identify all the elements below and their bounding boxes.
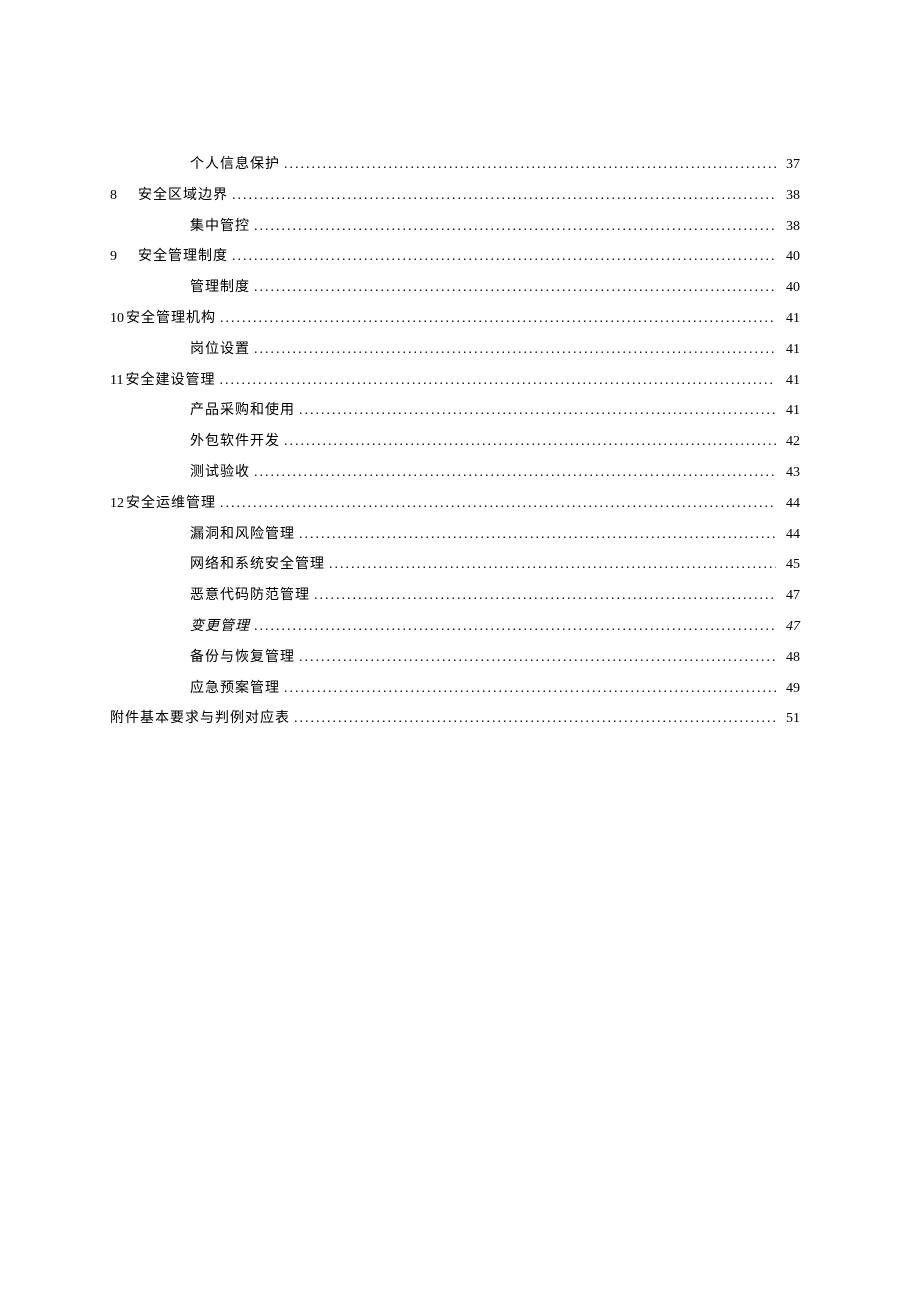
- toc-label: 安全管理机构: [126, 304, 216, 335]
- toc-entry: 10安全管理机构 41: [110, 304, 800, 335]
- toc-leader-dots: [254, 273, 776, 304]
- toc-entry: 8安全区域边界 38: [110, 181, 800, 212]
- toc-label: 附件基本要求与判例对应表: [110, 704, 290, 735]
- toc-leader-dots: [232, 181, 776, 212]
- toc-label: 管理制度: [190, 273, 250, 304]
- toc-page-number: 48: [780, 643, 800, 674]
- toc-entry: 应急预案管理 49: [110, 674, 800, 705]
- toc-entry: 测试验收 43: [110, 458, 800, 489]
- toc-label: 恶意代码防范管理: [190, 581, 310, 612]
- toc-leader-dots: [299, 520, 776, 551]
- toc-entry: 个人信息保护 37: [110, 150, 800, 181]
- toc-section-number: 12: [110, 489, 124, 520]
- toc-label: 个人信息保护: [190, 150, 280, 181]
- toc-page-number: 40: [780, 273, 800, 304]
- toc-label: 产品采购和使用: [190, 396, 295, 427]
- toc-entry: 备份与恢复管理 48: [110, 643, 800, 674]
- toc-entry: 变更管理 47: [110, 612, 800, 643]
- toc-entry: 恶意代码防范管理 47: [110, 581, 800, 612]
- toc-section-number: 10: [110, 304, 124, 335]
- toc-leader-dots: [284, 427, 776, 458]
- toc-page-number: 43: [780, 458, 800, 489]
- toc-page-number: 51: [780, 704, 800, 735]
- toc-leader-dots: [329, 550, 776, 581]
- toc-section-number: 8: [110, 181, 138, 212]
- toc-page-number: 37: [780, 150, 800, 181]
- toc-section-number: 11: [110, 366, 123, 397]
- toc-leader-dots: [314, 581, 776, 612]
- toc-leader-dots: [254, 212, 776, 243]
- toc-label: 应急预案管理: [190, 674, 280, 705]
- toc-page-number: 41: [780, 335, 800, 366]
- toc-label: 安全建设管理: [125, 366, 215, 397]
- toc-page-number: 42: [780, 427, 800, 458]
- toc-container: 个人信息保护378安全区域边界38集中管控389安全管理制度40管理制度4010…: [110, 150, 800, 735]
- toc-leader-dots: [219, 366, 776, 397]
- toc-label: 安全区域边界: [138, 181, 228, 212]
- toc-leader-dots: [254, 458, 776, 489]
- toc-label: 变更管理: [190, 612, 250, 643]
- toc-entry: 网络和系统安全管理 45: [110, 550, 800, 581]
- toc-page-number: 41: [780, 396, 800, 427]
- toc-page-number: 40: [780, 242, 800, 273]
- toc-page-number: 41: [780, 366, 800, 397]
- toc-entry: 附件基本要求与判例对应表 51: [110, 704, 800, 735]
- toc-page-number: 38: [780, 181, 800, 212]
- toc-entry: 产品采购和使用 41: [110, 396, 800, 427]
- toc-page-number: 41: [780, 304, 800, 335]
- toc-page-number: 49: [780, 674, 800, 705]
- toc-label: 安全运维管理: [126, 489, 216, 520]
- toc-leader-dots: [254, 335, 776, 366]
- toc-entry: 集中管控 38: [110, 212, 800, 243]
- toc-label: 外包软件开发: [190, 427, 280, 458]
- toc-entry: 岗位设置 41: [110, 335, 800, 366]
- toc-entry: 管理制度 40: [110, 273, 800, 304]
- toc-page-number: 44: [780, 489, 800, 520]
- toc-page-number: 44: [780, 520, 800, 551]
- toc-label: 集中管控: [190, 212, 250, 243]
- toc-leader-dots: [220, 489, 776, 520]
- toc-leader-dots: [299, 643, 776, 674]
- toc-leader-dots: [294, 704, 776, 735]
- toc-page-number: 47: [780, 612, 800, 643]
- toc-leader-dots: [254, 612, 776, 643]
- toc-entry: 9安全管理制度 40: [110, 242, 800, 273]
- toc-label: 备份与恢复管理: [190, 643, 295, 674]
- toc-leader-dots: [284, 674, 776, 705]
- toc-leader-dots: [220, 304, 776, 335]
- toc-label: 安全管理制度: [138, 242, 228, 273]
- toc-entry: 外包软件开发 42: [110, 427, 800, 458]
- toc-leader-dots: [284, 150, 776, 181]
- toc-entry: 漏洞和风险管理 44: [110, 520, 800, 551]
- toc-entry: 11安全建设管理 41: [110, 366, 800, 397]
- toc-page-number: 47: [780, 581, 800, 612]
- toc-label: 测试验收: [190, 458, 250, 489]
- toc-leader-dots: [232, 242, 776, 273]
- toc-leader-dots: [299, 396, 776, 427]
- toc-label: 网络和系统安全管理: [190, 550, 325, 581]
- toc-entry: 12安全运维管理 44: [110, 489, 800, 520]
- toc-label: 岗位设置: [190, 335, 250, 366]
- toc-page-number: 38: [780, 212, 800, 243]
- toc-section-number: 9: [110, 242, 138, 273]
- toc-page-number: 45: [780, 550, 800, 581]
- toc-label: 漏洞和风险管理: [190, 520, 295, 551]
